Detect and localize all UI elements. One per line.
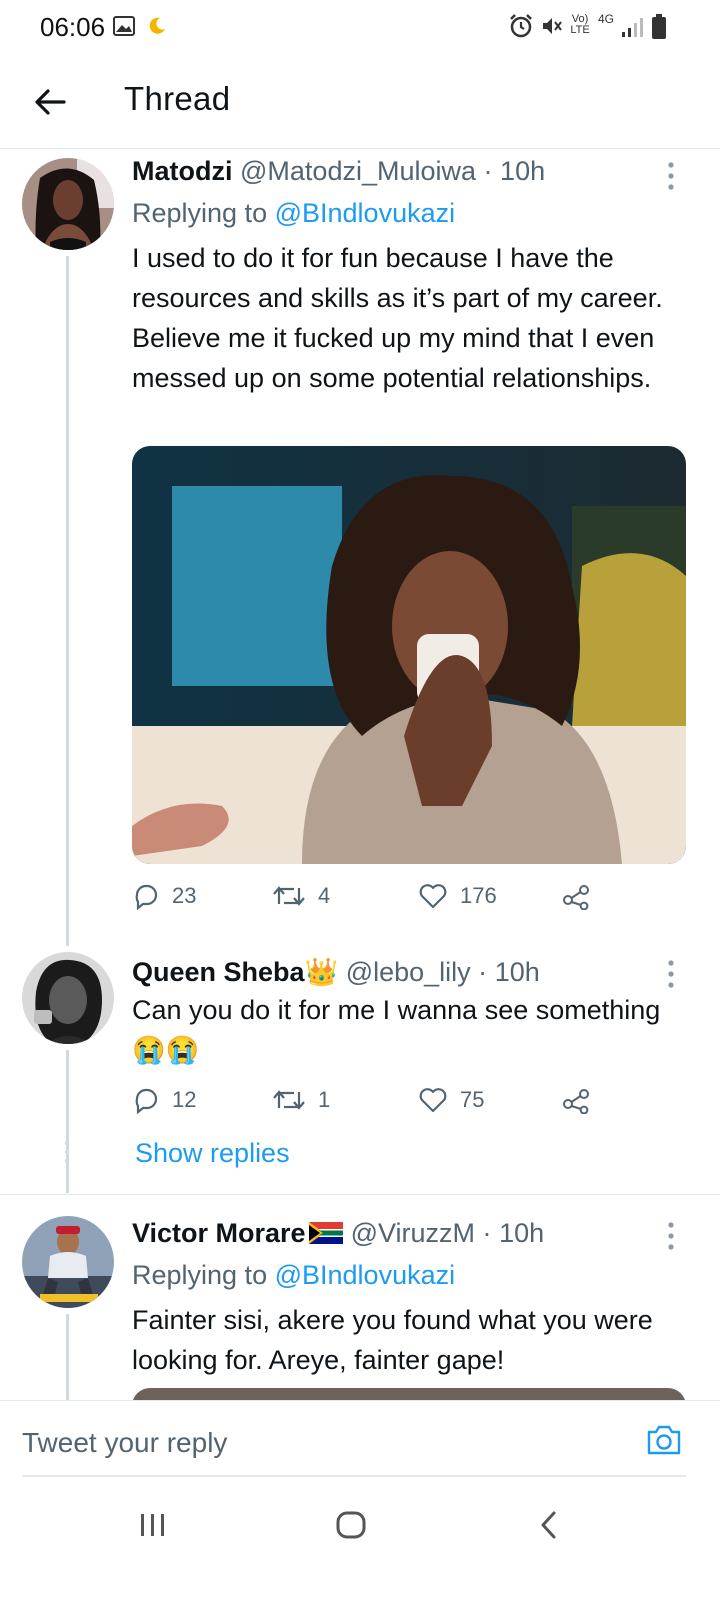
- replying-to: Replying to @BIndlovukazi: [132, 1260, 455, 1291]
- show-replies-link[interactable]: Show replies: [135, 1138, 290, 1169]
- system-nav-bar: [0, 1478, 720, 1600]
- replying-prefix: Replying to: [132, 1260, 268, 1290]
- gallery-icon: [113, 16, 135, 36]
- signal-icon: [622, 18, 643, 37]
- status-bar: 06:06 Vo) LTE 4G: [0, 0, 720, 56]
- thread-line: [66, 256, 69, 946]
- heart-icon: [419, 884, 447, 909]
- tweet-2[interactable]: Queen Sheba👑 @lebo_lily · 10h Can you do…: [0, 948, 720, 1193]
- tweet-image[interactable]: [132, 446, 686, 864]
- reply-input[interactable]: Tweet your reply: [22, 1427, 227, 1459]
- tweet-actions: 12 1 75: [132, 1080, 612, 1120]
- tweet-text: I used to do it for fun because I have t…: [132, 243, 663, 393]
- night-mode-icon: [149, 17, 165, 34]
- thread-feed[interactable]: Matodzi @Matodzi_Muloiwa · 10h Replying …: [0, 148, 720, 1400]
- author-name[interactable]: Matodzi: [132, 156, 233, 186]
- thread-line: [66, 1314, 69, 1400]
- tweet-1[interactable]: Matodzi @Matodzi_Muloiwa · 10h Replying …: [0, 148, 720, 948]
- share-button[interactable]: [562, 876, 590, 916]
- retweet-icon: [273, 1090, 305, 1110]
- share-icon: [563, 885, 589, 910]
- heart-icon: [419, 1088, 447, 1113]
- tweet-header: Queen Sheba👑 @lebo_lily · 10h: [132, 956, 540, 988]
- author-name[interactable]: Victor Morare: [132, 1218, 306, 1248]
- crying-emoji: 😭😭: [132, 1035, 200, 1065]
- tweet-image[interactable]: [132, 1388, 686, 1400]
- author-handle[interactable]: @Matodzi_Muloiwa: [240, 156, 476, 186]
- tweet-3[interactable]: Victor Morare @ViruzzM · 10h Replying to…: [0, 1210, 720, 1400]
- separator-dot: ·: [478, 957, 488, 987]
- tweet-header: Victor Morare @ViruzzM · 10h: [132, 1218, 544, 1249]
- like-button[interactable]: 75: [418, 1080, 484, 1120]
- thread-line: [66, 1050, 69, 1193]
- page-title: Thread: [124, 80, 231, 117]
- share-button[interactable]: [562, 1080, 590, 1120]
- replying-mention[interactable]: @BIndlovukazi: [275, 198, 456, 228]
- alarm-icon: [510, 14, 532, 38]
- reply-composer[interactable]: Tweet your reply: [0, 1400, 720, 1477]
- more-options-icon[interactable]: [664, 1220, 678, 1252]
- retweet-icon: [273, 886, 305, 906]
- retweet-count: 4: [318, 883, 331, 908]
- top-bar: Thread: [0, 56, 720, 149]
- separator-dot: ·: [482, 1218, 492, 1248]
- like-count: 75: [460, 1087, 485, 1112]
- reply-icon: [135, 1088, 158, 1114]
- avatar[interactable]: [22, 952, 114, 1044]
- share-icon: [563, 1089, 589, 1114]
- like-count: 176: [460, 883, 497, 908]
- retweet-button[interactable]: 4: [272, 876, 330, 916]
- back-nav-icon[interactable]: [536, 1508, 562, 1542]
- battery-icon: [652, 14, 666, 39]
- retweet-count: 1: [318, 1087, 331, 1112]
- reply-count: 12: [172, 1087, 197, 1112]
- reply-count: 23: [172, 883, 197, 908]
- composer-underline: [22, 1475, 686, 1477]
- thread-dots-icon: [64, 1140, 70, 1164]
- more-options-icon[interactable]: [664, 160, 678, 192]
- replying-prefix: Replying to: [132, 198, 268, 228]
- camera-icon[interactable]: [645, 1423, 683, 1457]
- tweet-time: 10h: [499, 1218, 545, 1248]
- tweet-time: 10h: [494, 957, 540, 987]
- author-handle[interactable]: @ViruzzM: [351, 1218, 475, 1248]
- retweet-button[interactable]: 1: [272, 1080, 330, 1120]
- reply-button[interactable]: 23: [132, 876, 196, 916]
- reply-button[interactable]: 12: [132, 1080, 196, 1120]
- divider: [0, 1194, 720, 1195]
- volte-label: Vo) LTE: [570, 13, 590, 36]
- avatar[interactable]: [22, 1216, 114, 1308]
- replying-mention[interactable]: @BIndlovukazi: [275, 1260, 456, 1290]
- home-icon[interactable]: [334, 1508, 368, 1542]
- recent-apps-icon[interactable]: [138, 1508, 168, 1542]
- back-arrow-icon[interactable]: [28, 80, 72, 124]
- more-options-icon[interactable]: [664, 958, 678, 990]
- network-type: 4G: [598, 12, 615, 26]
- replying-to: Replying to @BIndlovukazi: [132, 198, 455, 229]
- avatar[interactable]: [22, 158, 114, 250]
- tweet-actions: 23 4 176: [132, 876, 612, 916]
- tweet-text: Fainter sisi, akere you found what you w…: [132, 1305, 653, 1375]
- reply-icon: [135, 884, 158, 910]
- tweet-text-body: Can you do it for me I wanna see somethi…: [132, 995, 661, 1025]
- south-africa-flag-icon: [309, 1222, 344, 1244]
- status-time: 06:06: [40, 12, 106, 42]
- crown-emoji: 👑: [304, 957, 339, 987]
- author-name[interactable]: Queen Sheba: [132, 957, 305, 987]
- like-button[interactable]: 176: [418, 876, 497, 916]
- tweet-time: 10h: [500, 156, 546, 186]
- tweet-text: Can you do it for me I wanna see somethi…: [132, 990, 692, 1070]
- separator-dot: ·: [483, 156, 493, 186]
- author-handle[interactable]: @lebo_lily: [346, 957, 471, 987]
- mute-icon: [543, 18, 562, 34]
- tweet-header: Matodzi @Matodzi_Muloiwa · 10h: [132, 156, 545, 187]
